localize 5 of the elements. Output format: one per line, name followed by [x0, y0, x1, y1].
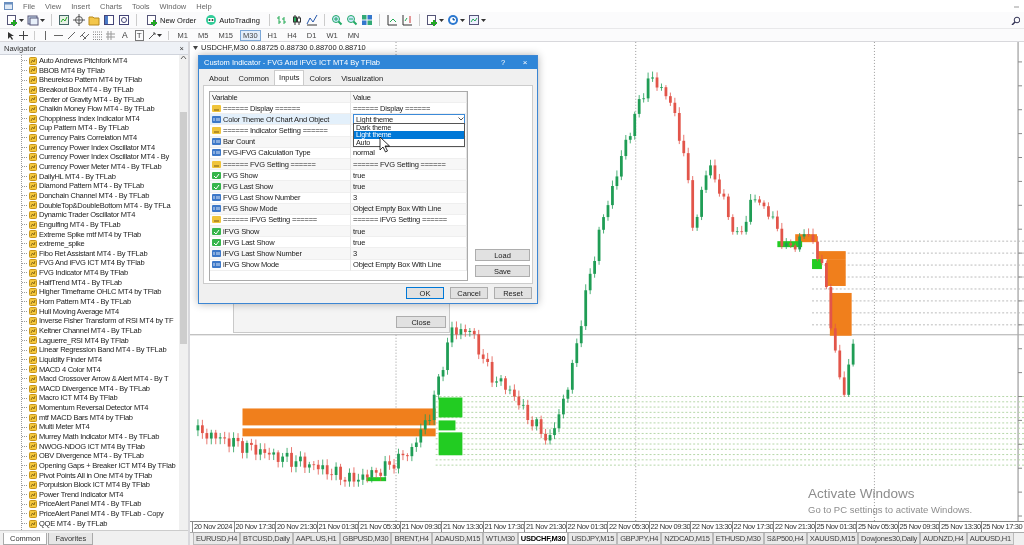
activation-title: Activate Windows — [808, 486, 916, 501]
text-tool[interactable]: A — [119, 29, 131, 41]
activation-message: Go to PC settings to activate Windows. — [808, 504, 973, 515]
text-label-tool[interactable]: T — [134, 29, 144, 41]
close-button[interactable]: × — [513, 58, 537, 67]
